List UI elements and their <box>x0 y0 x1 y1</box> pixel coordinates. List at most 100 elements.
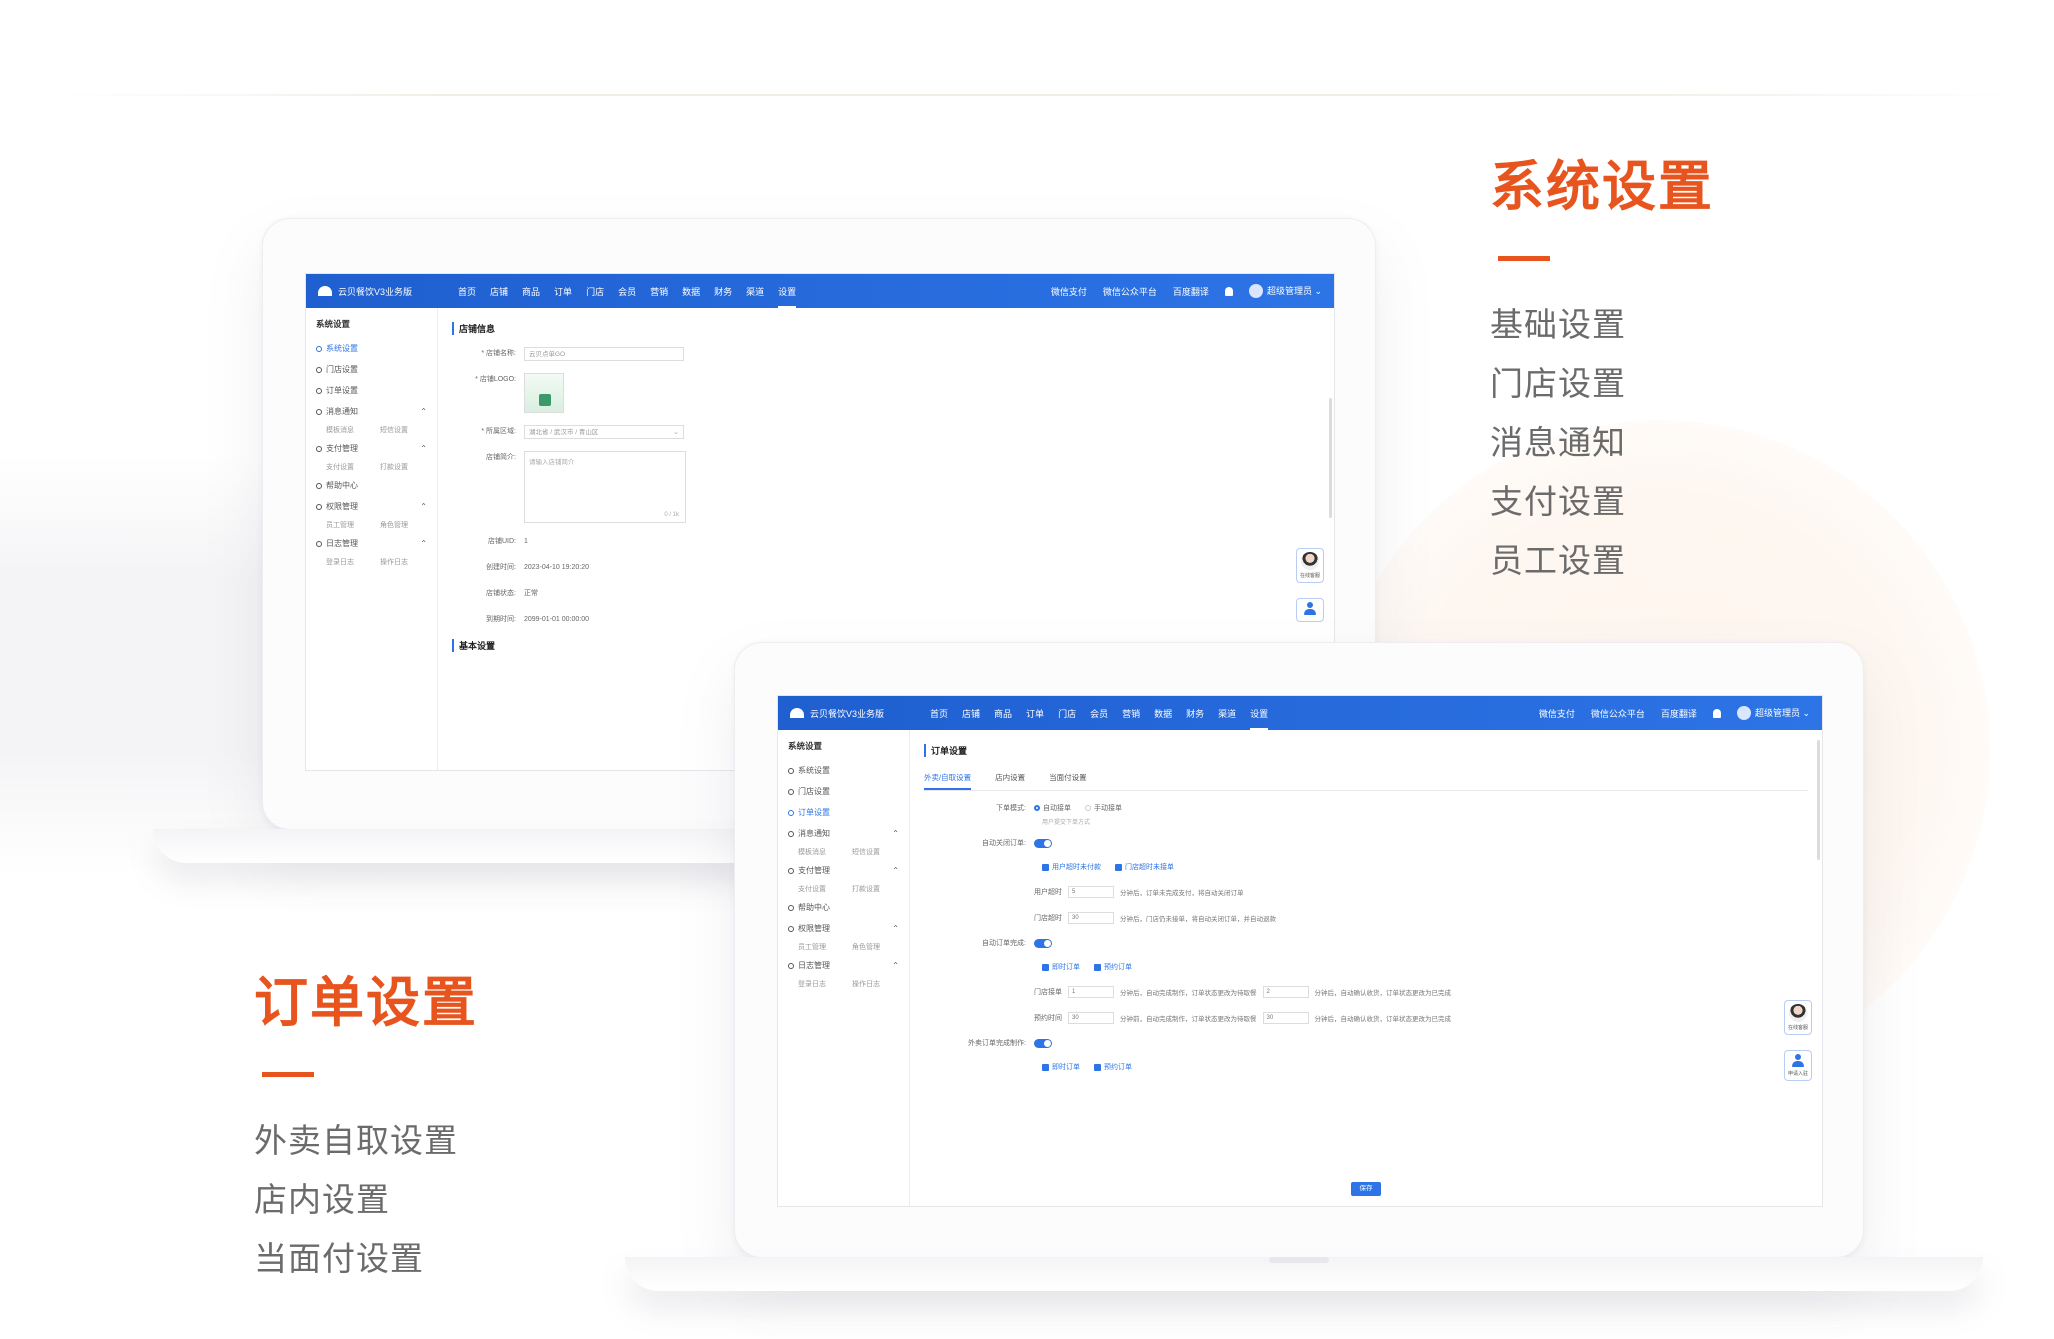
sidebar-item-payment[interactable]: 支付管理 ⌃ <box>306 438 437 459</box>
sidebar-subitem[interactable]: 操作日志 <box>852 979 880 989</box>
sidebar-subitem[interactable]: 模板消息 <box>798 847 826 857</box>
sidebar-item-help[interactable]: 帮助中心 <box>778 897 909 918</box>
baidu-translate-link[interactable]: 百度翻译 <box>1661 707 1697 720</box>
shop-logo-upload[interactable] <box>524 373 564 413</box>
sidebar-item-help[interactable]: 帮助中心 <box>306 475 437 496</box>
apply-widget[interactable] <box>1296 598 1324 622</box>
menu-item[interactable]: 财务 <box>714 281 732 302</box>
scrollbar[interactable] <box>1329 398 1332 518</box>
shop-intro-textarea[interactable]: 请输入店铺简介 0 / 1k <box>524 451 686 523</box>
menu-item-active[interactable]: 设置 <box>1250 703 1269 730</box>
menu-item[interactable]: 首页 <box>458 281 476 302</box>
reserve-confirm-select[interactable]: 30 <box>1262 1012 1309 1024</box>
sidebar-item-payment[interactable]: 支付管理 ⌃ <box>778 860 909 881</box>
menu-item[interactable]: 营销 <box>650 281 668 302</box>
user-menu[interactable]: 超级管理员 ⌄ <box>1736 706 1810 721</box>
tab-face-pay[interactable]: 当面付设置 <box>1049 769 1087 790</box>
checkbox-checked-icon <box>1094 963 1101 971</box>
store-timeout-select[interactable]: 30 <box>1068 912 1114 924</box>
form-row: * 所属区域: 湖北省 / 武汉市 / 青山区 ⌄ <box>452 425 1320 439</box>
menu-item[interactable]: 订单 <box>554 281 572 302</box>
baidu-translate-link[interactable]: 百度翻译 <box>1173 285 1209 298</box>
menu-item[interactable]: 数据 <box>682 281 700 302</box>
app-logo[interactable]: 云贝餐饮V3业务版 <box>318 285 458 298</box>
field-label: 预约时间 <box>1034 1015 1062 1022</box>
apply-widget[interactable]: 申请入驻 <box>1784 1050 1812 1081</box>
sidebar-subitem[interactable]: 支付设置 <box>326 462 354 472</box>
user-menu[interactable]: 超级管理员 ⌄ <box>1248 284 1322 299</box>
menu-item[interactable]: 渠道 <box>746 281 764 302</box>
sidebar-subitem[interactable]: 角色管理 <box>852 942 880 952</box>
bell-icon[interactable] <box>1224 286 1233 296</box>
sidebar-item-message[interactable]: 消息通知 ⌃ <box>306 401 437 422</box>
save-button[interactable]: 保存 <box>1351 1182 1381 1196</box>
sidebar-item-log[interactable]: 日志管理 ⌃ <box>778 955 909 976</box>
sidebar-subitem[interactable]: 操作日志 <box>380 557 408 567</box>
tab-dine-in[interactable]: 店内设置 <box>995 769 1025 790</box>
sidebar-subitem[interactable]: 打款设置 <box>380 462 408 472</box>
accept-minutes-select[interactable]: 1 <box>1068 986 1114 998</box>
scrollbar[interactable] <box>1817 740 1820 860</box>
region-select[interactable]: 湖北省 / 武汉市 / 青山区 ⌄ <box>524 425 684 439</box>
menu-item[interactable]: 订单 <box>1026 703 1044 724</box>
checkbox-reserved-order[interactable]: 预约订单 <box>1094 962 1132 972</box>
sidebar-subitem[interactable]: 模板消息 <box>326 425 354 435</box>
sidebar-subitem[interactable]: 打款设置 <box>852 884 880 894</box>
menu-item[interactable]: 商品 <box>522 281 540 302</box>
menu-item[interactable]: 商品 <box>994 703 1012 724</box>
auto-make-toggle[interactable] <box>1034 1038 1052 1048</box>
checkbox-instant-order[interactable]: 即时订单 <box>1042 1062 1080 1072</box>
sidebar-item-order[interactable]: 订单设置 <box>306 380 437 401</box>
sidebar-item-system[interactable]: 系统设置 <box>778 760 909 781</box>
auto-close-toggle[interactable] <box>1034 838 1052 848</box>
menu-item[interactable]: 营销 <box>1122 703 1140 724</box>
confirm-minutes-select[interactable]: 2 <box>1262 986 1309 998</box>
sidebar-subitem[interactable]: 短信设置 <box>380 425 408 435</box>
sidebar-item-store[interactable]: 门店设置 <box>306 359 437 380</box>
menu-item[interactable]: 首页 <box>930 703 948 724</box>
sidebar-item-message[interactable]: 消息通知 ⌃ <box>778 823 909 844</box>
menu-item[interactable]: 店铺 <box>962 703 980 724</box>
wechat-mp-link[interactable]: 微信公众平台 <box>1103 285 1157 298</box>
online-service-widget[interactable]: 在线客服 <box>1296 548 1324 583</box>
checkbox-instant-order[interactable]: 即时订单 <box>1042 962 1080 972</box>
wechat-mp-link[interactable]: 微信公众平台 <box>1591 707 1645 720</box>
sidebar-subitem[interactable]: 员工管理 <box>326 520 354 530</box>
sidebar-subitem[interactable]: 登录日志 <box>798 979 826 989</box>
radio-auto-accept[interactable]: 自动接单 <box>1034 803 1071 813</box>
checkbox-store-timeout[interactable]: 门店超时未接单 <box>1115 862 1174 872</box>
menu-item[interactable]: 门店 <box>1058 703 1076 724</box>
menu-item[interactable]: 财务 <box>1186 703 1204 724</box>
sidebar-subitem[interactable]: 员工管理 <box>798 942 826 952</box>
checkbox-user-timeout[interactable]: 用户超时未付款 <box>1042 862 1101 872</box>
sidebar-item-system[interactable]: 系统设置 <box>306 338 437 359</box>
sidebar-subitem[interactable]: 短信设置 <box>852 847 880 857</box>
menu-item[interactable]: 门店 <box>586 281 604 302</box>
menu-item[interactable]: 数据 <box>1154 703 1172 724</box>
auto-complete-toggle[interactable] <box>1034 938 1052 948</box>
user-timeout-select[interactable]: 5 <box>1068 886 1114 898</box>
bell-icon[interactable] <box>1712 708 1721 718</box>
menu-item[interactable]: 渠道 <box>1218 703 1236 724</box>
wechat-pay-link[interactable]: 微信支付 <box>1539 707 1575 720</box>
sidebar-item-order[interactable]: 订单设置 <box>778 802 909 823</box>
sidebar-item-store[interactable]: 门店设置 <box>778 781 909 802</box>
radio-manual-accept[interactable]: 手动接单 <box>1085 803 1122 813</box>
online-service-widget[interactable]: 在线客服 <box>1784 1000 1812 1035</box>
sidebar-item-permission[interactable]: 权限管理 ⌃ <box>306 496 437 517</box>
sidebar-item-permission[interactable]: 权限管理 ⌃ <box>778 918 909 939</box>
menu-item-active[interactable]: 设置 <box>778 281 797 308</box>
sidebar-subitem[interactable]: 登录日志 <box>326 557 354 567</box>
sidebar-subitem[interactable]: 支付设置 <box>798 884 826 894</box>
reserve-minutes-select[interactable]: 30 <box>1068 1012 1114 1024</box>
wechat-pay-link[interactable]: 微信支付 <box>1051 285 1087 298</box>
menu-item[interactable]: 会员 <box>1090 703 1108 724</box>
menu-item[interactable]: 店铺 <box>490 281 508 302</box>
shop-name-input[interactable]: 云贝点单GO <box>524 347 684 361</box>
checkbox-reserved-order[interactable]: 预约订单 <box>1094 1062 1132 1072</box>
sidebar-item-log[interactable]: 日志管理 ⌃ <box>306 533 437 554</box>
sidebar-subitem[interactable]: 角色管理 <box>380 520 408 530</box>
tab-takeout[interactable]: 外卖/自取设置 <box>924 769 972 790</box>
menu-item[interactable]: 会员 <box>618 281 636 302</box>
app-logo[interactable]: 云贝餐饮V3业务版 <box>790 707 930 720</box>
